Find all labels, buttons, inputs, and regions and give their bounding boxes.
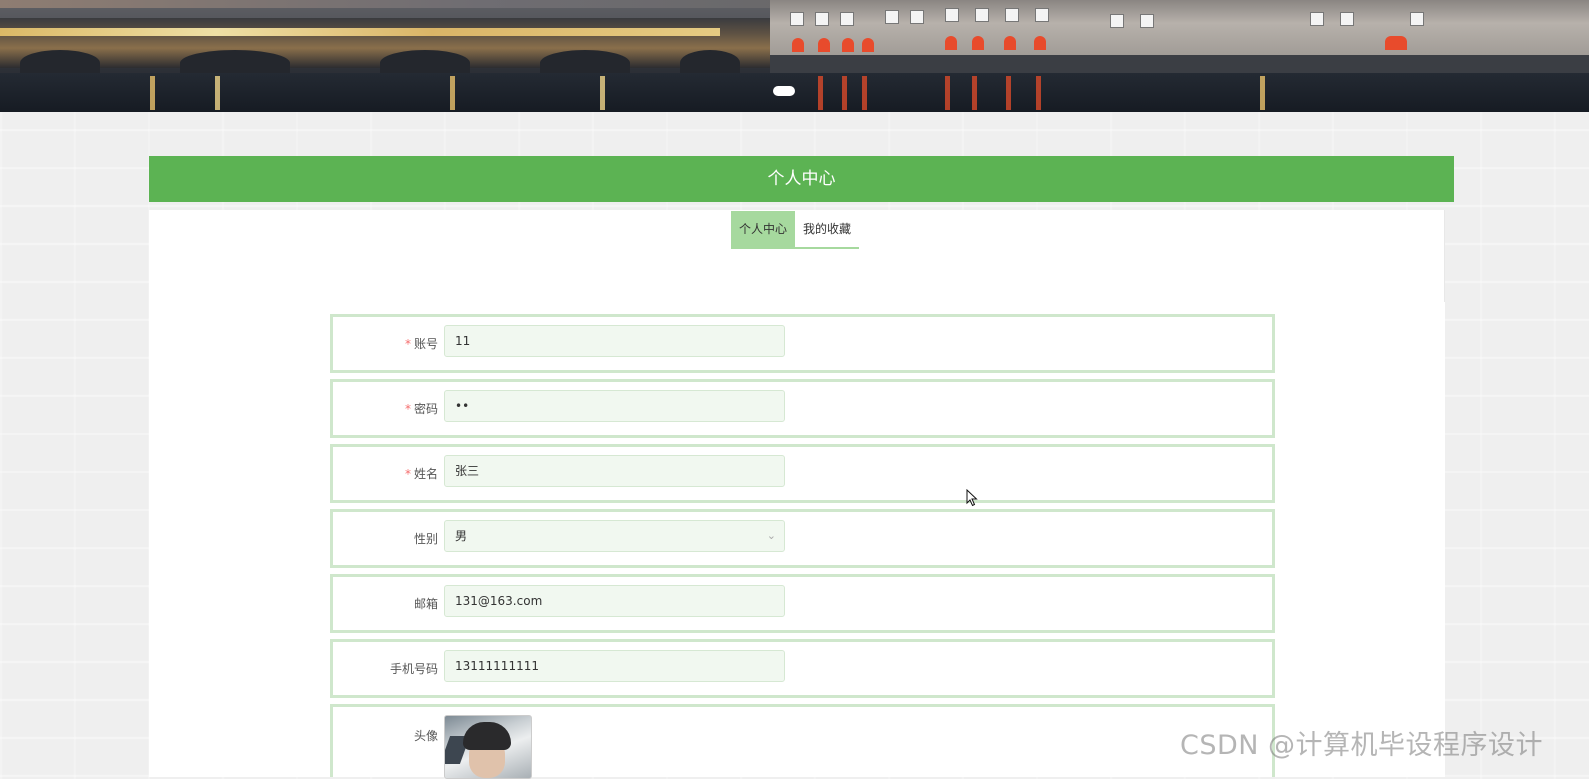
banner-window <box>910 10 924 24</box>
mouse-pointer-icon <box>966 489 978 507</box>
banner-quay <box>770 55 1589 73</box>
gender-select[interactable]: 男 ⌄ <box>444 520 785 552</box>
banner-window <box>1005 8 1019 22</box>
banner-reflection <box>842 76 847 110</box>
banner-carousel <box>0 0 1589 112</box>
name-input[interactable]: 张三 <box>444 455 785 487</box>
banner-window <box>840 12 854 26</box>
required-mark: * <box>404 402 411 416</box>
form-row-password: * 密码 •• <box>330 379 1275 438</box>
card-divider <box>1444 210 1445 302</box>
banner-bridge-lights <box>0 28 720 36</box>
tab-my-favorites[interactable]: 我的收藏 <box>795 211 860 249</box>
form-row-account: * 账号 11 <box>330 314 1275 373</box>
banner-window <box>1140 14 1154 28</box>
form-row-email: 邮箱 131@163.com <box>330 574 1275 633</box>
gender-select-value: 男 <box>455 529 468 543</box>
banner-lit-window <box>842 38 854 52</box>
tab-bar: 个人中心 我的收藏 <box>731 211 860 249</box>
avatar-image[interactable] <box>444 715 532 779</box>
required-mark: * <box>404 467 411 481</box>
banner-window <box>815 12 829 26</box>
banner-reflection <box>862 76 867 110</box>
password-label: * 密码 <box>405 400 438 417</box>
form-row-gender: 性别 男 ⌄ <box>330 509 1275 568</box>
banner-reflection <box>1006 76 1011 110</box>
banner-window <box>1340 12 1354 26</box>
banner-lit-window <box>1004 36 1016 50</box>
banner-reflection <box>945 76 950 110</box>
account-label: * 账号 <box>405 335 438 352</box>
banner-reflection <box>450 76 455 110</box>
tab-personal-center[interactable]: 个人中心 <box>731 211 796 249</box>
banner-lit-window <box>792 38 804 52</box>
banner-lit-window <box>945 36 957 50</box>
banner-window <box>1310 12 1324 26</box>
banner-lit-window <box>972 36 984 50</box>
banner-lit-window <box>862 38 874 52</box>
banner-lit-window <box>818 38 830 52</box>
password-label-text: 密码 <box>413 402 438 416</box>
banner-window <box>1410 12 1424 26</box>
form-row-avatar: 头像 <box>330 704 1275 779</box>
banner-lit-window <box>1385 36 1407 50</box>
avatar-hair <box>463 722 511 750</box>
banner-reflection <box>600 76 605 110</box>
form-row-name: * 姓名 张三 <box>330 444 1275 503</box>
account-label-text: 账号 <box>413 337 438 351</box>
banner-window <box>885 10 899 24</box>
password-input[interactable]: •• <box>444 390 785 422</box>
watermark: CSDN @计算机毕设程序设计 <box>1180 730 1544 761</box>
banner-reflection <box>150 76 155 110</box>
page-title: 个人中心 <box>149 156 1454 202</box>
email-input[interactable]: 131@163.com <box>444 585 785 617</box>
phone-label: 手机号码 <box>389 662 438 676</box>
banner-window <box>1035 8 1049 22</box>
banner-reflection <box>1036 76 1041 110</box>
banner-reflection <box>1260 76 1265 110</box>
carousel-indicator-dot[interactable] <box>773 86 795 96</box>
banner-buildings <box>770 0 1589 58</box>
account-input[interactable]: 11 <box>444 325 785 357</box>
required-mark: * <box>404 337 411 351</box>
banner-lit-window <box>1034 36 1046 50</box>
email-label: 邮箱 <box>413 597 438 611</box>
avatar-label: 头像 <box>413 729 438 743</box>
banner-window <box>1110 14 1124 28</box>
form-row-phone: 手机号码 13111111111 <box>330 639 1275 698</box>
banner-window <box>790 12 804 26</box>
chevron-down-icon[interactable]: ⌄ <box>767 521 776 551</box>
banner-window <box>975 8 989 22</box>
gender-label: 性别 <box>413 532 438 546</box>
banner-reflection <box>972 76 977 110</box>
banner-window <box>945 8 959 22</box>
phone-input[interactable]: 13111111111 <box>444 650 785 682</box>
banner-reflection <box>818 76 823 110</box>
name-label: * 姓名 <box>405 465 438 482</box>
banner-reflection <box>215 76 220 110</box>
name-label-text: 姓名 <box>413 467 438 481</box>
